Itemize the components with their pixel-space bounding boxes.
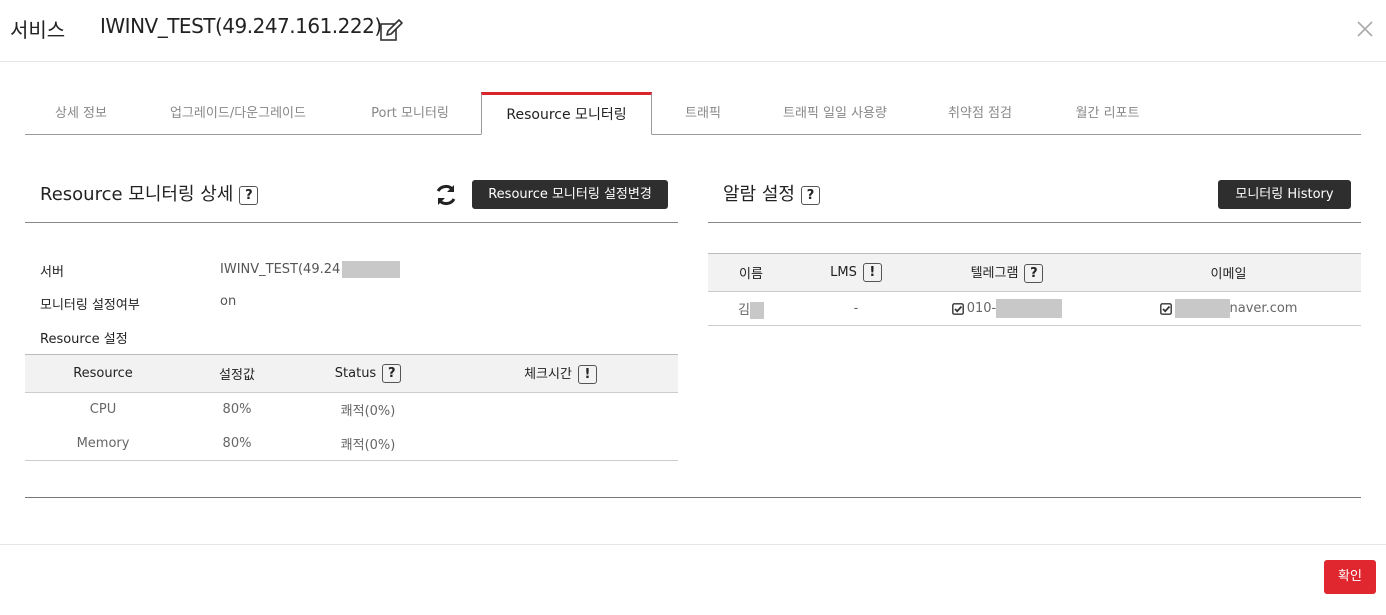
alarm-section-title: 알람 설정? xyxy=(723,180,820,206)
checkbox-checked-icon[interactable] xyxy=(951,302,964,315)
tab-bar: 상세 정보 업그레이드/다운그레이드 Port 모니터링 Resource 모니… xyxy=(25,92,1361,135)
cell-resource: CPU xyxy=(89,402,117,418)
resource-settings-label: Resource 설정 xyxy=(40,332,128,347)
help-icon[interactable]: ? xyxy=(800,185,820,205)
col-email: 이메일 xyxy=(1096,253,1361,292)
help-icon[interactable]: ? xyxy=(239,185,259,205)
resource-table: Resource 설정값 Status? 체크시간! CPU 80% 쾌적(0%… xyxy=(25,354,678,461)
cell-telegram: 010- xyxy=(918,291,1096,326)
col-check-time: 체크시간! xyxy=(443,354,678,393)
alarm-table: 이름 LMS! 텔레그램? 이메일 김 - 010- naver.com xyxy=(708,253,1361,326)
redacted-mask xyxy=(749,301,764,319)
confirm-button[interactable]: 확인 xyxy=(1324,560,1376,594)
tab-vulnerability-check[interactable]: 취약점 점검 xyxy=(925,92,1035,135)
name-text: 김 xyxy=(738,302,750,318)
modal-header: 서비스 IWINV_TEST(49.247.161.222) xyxy=(0,0,1386,62)
content-bottom-divider xyxy=(25,497,1361,498)
help-icon[interactable]: ? xyxy=(1024,264,1044,283)
info-icon[interactable]: ! xyxy=(577,365,597,384)
cell-lms: - xyxy=(794,291,918,326)
col-name: 이름 xyxy=(708,253,794,292)
col-status-label: Status xyxy=(334,366,377,381)
monitoring-history-button[interactable]: 모니터링 History xyxy=(1218,180,1351,209)
footer-divider xyxy=(0,544,1386,545)
monitoring-enabled-value: on xyxy=(220,294,237,309)
server-label: 서버 xyxy=(40,265,64,280)
tab-port-monitoring[interactable]: Port 모니터링 xyxy=(345,92,475,135)
close-icon[interactable] xyxy=(1354,18,1376,40)
refresh-icon[interactable] xyxy=(433,182,459,208)
redacted-mask xyxy=(996,299,1063,318)
cell-resource: Memory xyxy=(25,426,181,461)
help-icon[interactable]: ? xyxy=(382,364,402,383)
tab-upgrade-downgrade[interactable]: 업그레이드/다운그레이드 xyxy=(148,92,328,135)
redacted-mask xyxy=(342,261,401,278)
cell-check-time xyxy=(443,426,678,461)
tab-resource-monitoring[interactable]: Resource 모니터링 xyxy=(481,92,652,135)
alarm-title-text: 알람 설정 xyxy=(723,184,795,205)
server-value: IWINV_TEST(49.24 xyxy=(220,261,401,278)
col-telegram: 텔레그램? xyxy=(918,253,1096,292)
telegram-text: 010- xyxy=(966,301,997,316)
cell-email: naver.com xyxy=(1096,291,1361,326)
redacted-mask xyxy=(1174,299,1230,318)
cell-status: 쾌적(0%) xyxy=(340,404,396,420)
edit-icon[interactable] xyxy=(378,18,404,44)
table-row: 김 - 010- naver.com xyxy=(708,291,1361,326)
resource-section-title: Resource 모니터링 상세? xyxy=(40,180,259,206)
section-divider xyxy=(708,222,1361,223)
tab-daily-traffic[interactable]: 트래픽 일일 사용량 xyxy=(765,92,905,135)
section-divider xyxy=(25,222,678,223)
info-icon[interactable]: ! xyxy=(862,263,882,282)
tab-traffic[interactable]: 트래픽 xyxy=(663,92,743,135)
col-resource: Resource xyxy=(25,354,181,393)
table-header-row: 이름 LMS! 텔레그램? 이메일 xyxy=(708,253,1361,292)
cell-name: 김 xyxy=(708,291,794,326)
col-lms: LMS! xyxy=(794,253,918,292)
cell-status: 쾌적(0%) xyxy=(293,426,443,461)
server-title: IWINV_TEST(49.247.161.222) xyxy=(100,14,382,38)
col-telegram-label: 텔레그램 xyxy=(970,266,1019,281)
cell-setting-value: 80% xyxy=(181,426,293,461)
tab-monthly-report[interactable]: 월간 리포트 xyxy=(1055,92,1160,135)
table-row: CPU 80% 쾌적(0%) xyxy=(25,393,678,427)
monitoring-enabled-label: 모니터링 설정여부 xyxy=(40,298,140,313)
col-setting-value: 설정값 xyxy=(181,354,293,393)
resource-settings-button[interactable]: Resource 모니터링 설정변경 xyxy=(472,180,668,209)
cell-check-time xyxy=(443,393,678,427)
email-text: naver.com xyxy=(1229,301,1298,316)
col-status: Status? xyxy=(293,354,443,393)
table-header-row: Resource 설정값 Status? 체크시간! xyxy=(25,354,678,393)
checkbox-checked-icon[interactable] xyxy=(1159,302,1172,315)
cell-setting-value: 80% xyxy=(222,402,252,418)
col-lms-label: LMS xyxy=(830,265,857,280)
table-row: Memory 80% 쾌적(0%) xyxy=(25,426,678,461)
resource-title-text: Resource 모니터링 상세 xyxy=(40,184,234,205)
service-label: 서비스 xyxy=(10,18,66,42)
server-value-text: IWINV_TEST(49.24 xyxy=(220,262,341,277)
col-check-time-label: 체크시간 xyxy=(524,367,572,382)
tab-details[interactable]: 상세 정보 xyxy=(25,92,137,135)
